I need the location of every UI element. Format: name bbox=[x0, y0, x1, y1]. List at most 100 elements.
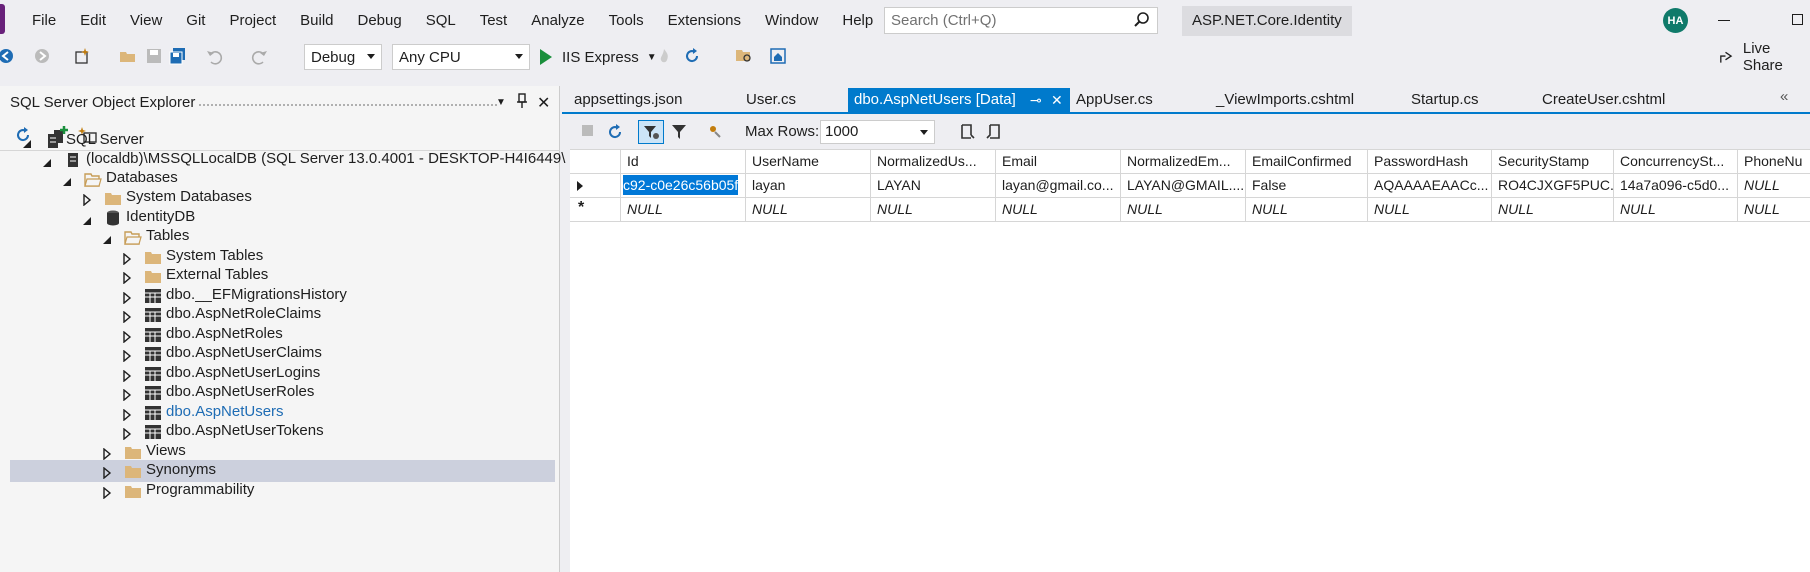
script-to-query-icon[interactable] bbox=[984, 122, 1004, 146]
column-header[interactable]: PasswordHash bbox=[1368, 150, 1492, 174]
redo-icon[interactable] bbox=[250, 46, 270, 66]
tab-createuser-cshtml[interactable]: CreateUser.cshtml bbox=[1536, 88, 1686, 112]
table-cell[interactable]: NULL bbox=[1246, 198, 1368, 222]
expanded-arrow-icon[interactable] bbox=[42, 155, 54, 167]
refresh-icon[interactable] bbox=[682, 46, 702, 66]
menu-sql[interactable]: SQL bbox=[414, 0, 468, 42]
table-cell[interactable]: layan@gmail.co... bbox=[996, 174, 1121, 198]
find-in-files-icon[interactable] bbox=[734, 46, 754, 66]
table-cell[interactable]: layan bbox=[746, 174, 871, 198]
collapsed-arrow-icon[interactable] bbox=[102, 447, 114, 461]
script-icon[interactable] bbox=[706, 123, 724, 145]
column-header[interactable]: EmailConfirmed bbox=[1246, 150, 1368, 174]
table-cell[interactable]: NULL bbox=[996, 198, 1121, 222]
table-cell[interactable]: NULL bbox=[1368, 198, 1492, 222]
menu-git[interactable]: Git bbox=[174, 0, 217, 42]
collapsed-arrow-icon[interactable] bbox=[82, 193, 94, 207]
tree-item[interactable]: dbo.AspNetUserRoles bbox=[10, 382, 555, 404]
collapsed-arrow-icon[interactable] bbox=[122, 330, 134, 344]
table-cell[interactable]: NULL bbox=[621, 198, 746, 222]
collapsed-arrow-icon[interactable] bbox=[122, 291, 134, 305]
collapsed-arrow-icon[interactable] bbox=[122, 271, 134, 285]
column-header[interactable]: Email bbox=[996, 150, 1121, 174]
menu-file[interactable]: File bbox=[20, 0, 68, 42]
collapsed-arrow-icon[interactable] bbox=[122, 408, 134, 422]
table-cell[interactable]: False bbox=[1246, 174, 1368, 198]
filter-sort-toggle[interactable] bbox=[638, 120, 664, 144]
tab-appuser-cs[interactable]: AppUser.cs bbox=[1070, 88, 1200, 112]
table-cell[interactable]: NULL bbox=[1492, 198, 1614, 222]
expanded-arrow-icon[interactable] bbox=[102, 232, 114, 244]
panel-grip[interactable] bbox=[198, 103, 498, 107]
tab-viewimports-cshtml[interactable]: _ViewImports.cshtml bbox=[1210, 88, 1395, 112]
column-header[interactable]: NormalizedEm... bbox=[1121, 150, 1246, 174]
menu-edit[interactable]: Edit bbox=[68, 0, 118, 42]
pin-icon[interactable]: ⊸ bbox=[1030, 88, 1042, 112]
menu-build[interactable]: Build bbox=[288, 0, 345, 42]
collapsed-arrow-icon[interactable] bbox=[122, 252, 134, 266]
platform-dropdown[interactable]: Any CPU bbox=[392, 44, 530, 70]
tree-item[interactable]: System Databases bbox=[10, 187, 555, 209]
new-row-indicator[interactable]: * bbox=[570, 198, 621, 222]
menu-window[interactable]: Window bbox=[753, 0, 830, 42]
collapsed-arrow-icon[interactable] bbox=[122, 349, 134, 363]
forward-icon[interactable] bbox=[32, 46, 52, 66]
menu-test[interactable]: Test bbox=[468, 0, 520, 42]
minimize-icon[interactable] bbox=[1718, 20, 1730, 21]
collapsed-arrow-icon[interactable] bbox=[122, 369, 134, 383]
expanded-arrow-icon[interactable] bbox=[62, 174, 74, 186]
script-to-file-icon[interactable] bbox=[958, 122, 978, 146]
collapsed-arrow-icon[interactable] bbox=[122, 427, 134, 441]
tabs-overflow-icon[interactable]: « bbox=[1780, 88, 1788, 105]
tab-appsettings-json[interactable]: appsettings.json bbox=[568, 88, 728, 112]
table-cell[interactable]: c92-c0e26c56b05f bbox=[621, 174, 746, 198]
user-avatar[interactable]: HA bbox=[1663, 8, 1688, 33]
column-header[interactable]: SecurityStamp bbox=[1492, 150, 1614, 174]
max-rows-dropdown[interactable]: 1000 bbox=[820, 120, 935, 144]
expanded-arrow-icon[interactable] bbox=[82, 213, 94, 225]
collapsed-arrow-icon[interactable] bbox=[122, 388, 134, 402]
open-folder-icon[interactable] bbox=[118, 46, 138, 66]
stop-icon[interactable] bbox=[582, 125, 593, 136]
configuration-dropdown[interactable]: Debug bbox=[304, 44, 382, 70]
column-header[interactable]: Id bbox=[621, 150, 746, 174]
visual-studio-logo-icon[interactable] bbox=[0, 4, 5, 34]
tab-user-cs[interactable]: User.cs bbox=[740, 88, 840, 112]
refresh-icon[interactable] bbox=[606, 123, 624, 145]
table-cell[interactable]: NULL bbox=[1121, 198, 1246, 222]
restore-icon[interactable] bbox=[1792, 14, 1803, 25]
collapsed-arrow-icon[interactable] bbox=[122, 310, 134, 324]
chevron-down-icon[interactable]: ▼ bbox=[496, 97, 506, 108]
tree-item[interactable]: Synonyms bbox=[10, 460, 555, 482]
undo-icon[interactable] bbox=[204, 46, 224, 66]
column-header[interactable]: NormalizedUs... bbox=[871, 150, 996, 174]
row-indicator[interactable] bbox=[570, 174, 621, 198]
menu-help[interactable]: Help bbox=[830, 0, 885, 42]
close-icon[interactable]: ✕ bbox=[1051, 88, 1063, 112]
table-cell[interactable]: RO4CJXGF5PUC... bbox=[1492, 174, 1614, 198]
save-all-icon[interactable] bbox=[168, 46, 188, 66]
table-cell[interactable]: LAYAN bbox=[871, 174, 996, 198]
table-cell[interactable]: NULL bbox=[746, 198, 871, 222]
table-cell[interactable]: NULL bbox=[1738, 198, 1810, 222]
grid-corner[interactable] bbox=[570, 150, 621, 174]
close-icon[interactable]: ✕ bbox=[537, 93, 550, 113]
tree-item[interactable]: Tables bbox=[10, 226, 555, 248]
menu-view[interactable]: View bbox=[118, 0, 174, 42]
table-cell[interactable]: NULL bbox=[1738, 174, 1810, 198]
tab-startup-cs[interactable]: Startup.cs bbox=[1405, 88, 1525, 112]
menu-project[interactable]: Project bbox=[217, 0, 288, 42]
table-cell[interactable]: NULL bbox=[871, 198, 996, 222]
tree-item[interactable]: dbo.AspNetRoleClaims bbox=[10, 304, 555, 326]
menu-tools[interactable]: Tools bbox=[597, 0, 656, 42]
column-header[interactable]: UserName bbox=[746, 150, 871, 174]
new-project-icon[interactable] bbox=[72, 46, 92, 66]
tree-item[interactable]: dbo.AspNetUserClaims bbox=[10, 343, 555, 365]
table-row[interactable]: * NULL NULL NULL NULL NULL NULL NULL NULL NULL NUL… bbox=[570, 198, 1810, 222]
live-share-button[interactable]: Live Share bbox=[1718, 40, 1810, 74]
back-icon[interactable] bbox=[0, 46, 16, 66]
search-box[interactable]: Search (Ctrl+Q) bbox=[884, 7, 1158, 34]
tab-dbo-aspnetusers-data[interactable]: dbo.AspNetUsers [Data] ⊸ ✕ bbox=[848, 88, 1070, 112]
menu-analyze[interactable]: Analyze bbox=[519, 0, 596, 42]
solution-name[interactable]: ASP.NET.Core.Identity bbox=[1182, 6, 1352, 36]
